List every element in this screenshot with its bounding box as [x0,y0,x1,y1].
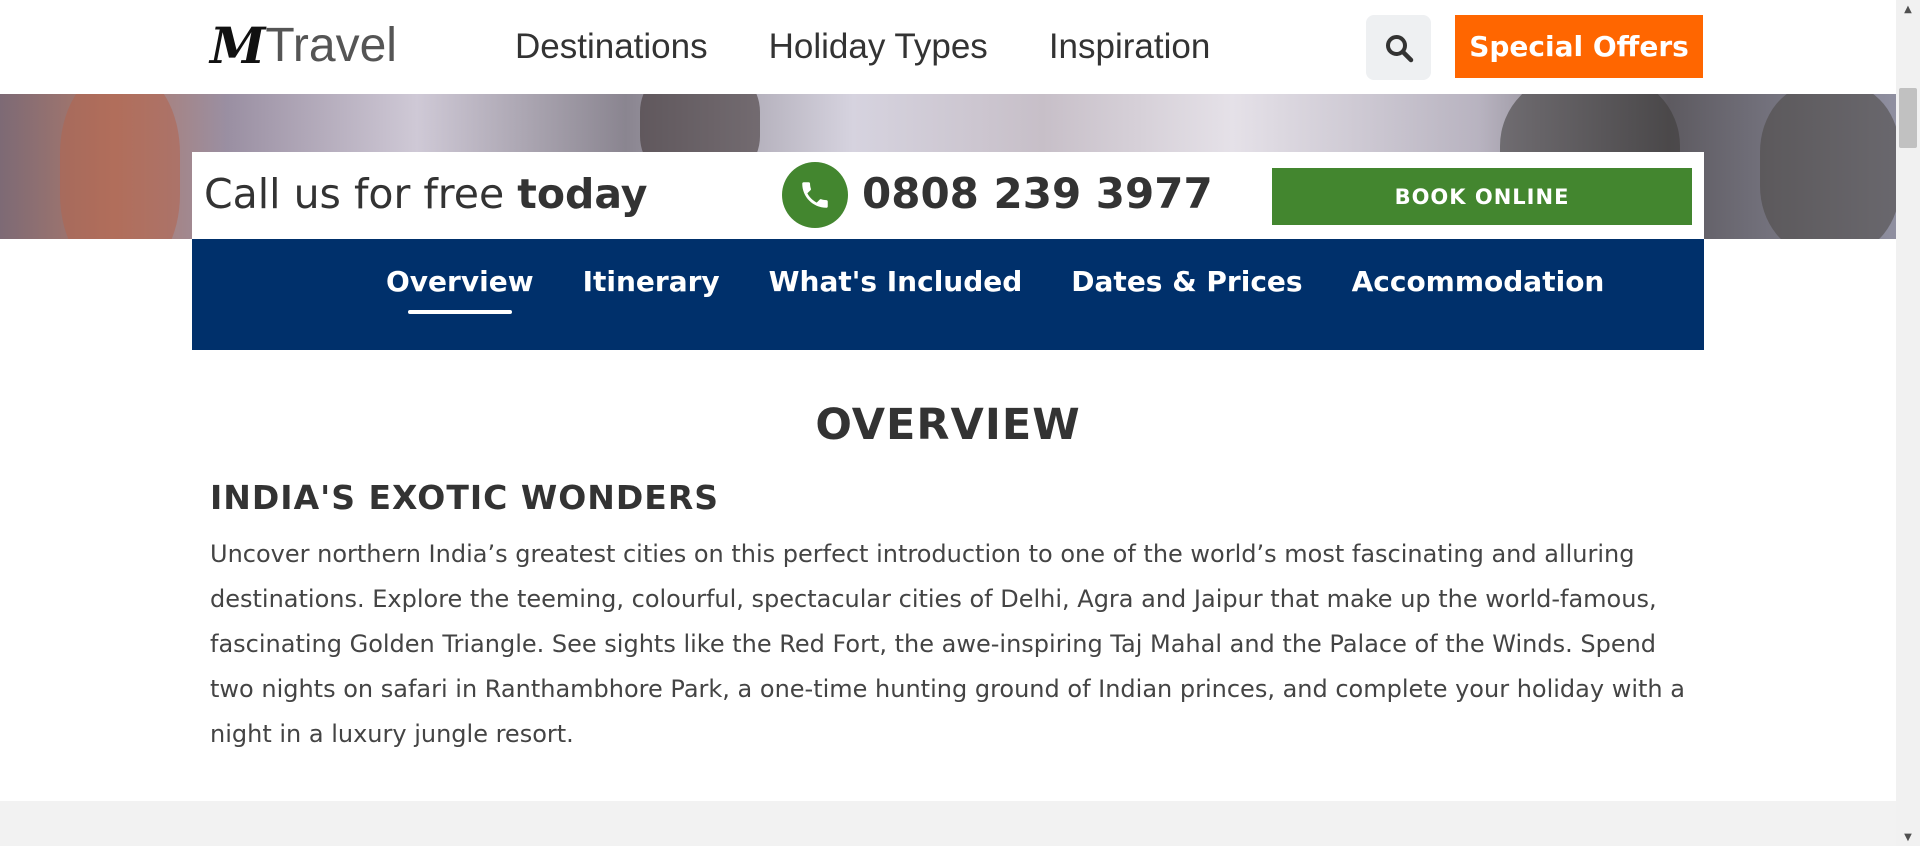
scroll-down-arrow-icon[interactable]: ▼ [1896,828,1920,846]
footer-strip [0,801,1896,846]
call-bar: Call us for free today 0808 239 3977 BOO… [192,152,1704,239]
special-offers-button[interactable]: Special Offers [1455,15,1703,78]
logo-text: Travel [265,19,397,72]
scroll-up-arrow-icon[interactable]: ▲ [1896,0,1920,18]
tab-itinerary[interactable]: Itinerary [583,265,720,314]
call-text-regular: Call us for free [204,170,518,218]
overview-paragraph: Uncover northern India’s greatest cities… [210,540,1685,748]
phone-glyph [802,182,828,208]
nav-destinations[interactable]: Destinations [515,27,708,67]
page: M Travel Destinations Holiday Types Insp… [0,0,1920,846]
phone-number[interactable]: 0808 239 3977 [862,169,1213,218]
main-nav: Destinations Holiday Types Inspiration [515,22,1210,72]
search-button[interactable] [1366,15,1431,80]
call-text-bold: today [517,170,648,218]
subnav-items: Overview Itinerary What's Included Dates… [386,265,1604,314]
hero-shape [60,94,180,239]
tab-dates-prices[interactable]: Dates & Prices [1071,265,1302,314]
hero-shape [1760,94,1896,239]
phone-icon[interactable] [782,162,848,228]
site-header: M Travel Destinations Holiday Types Insp… [0,0,1896,94]
nav-inspiration[interactable]: Inspiration [1049,27,1210,67]
nav-holiday-types[interactable]: Holiday Types [769,27,988,67]
book-online-button[interactable]: BOOK ONLINE [1272,168,1692,225]
subheading: INDIA'S EXOTIC WONDERS [210,478,720,517]
logo[interactable]: M Travel [210,18,397,74]
tab-whats-included[interactable]: What's Included [769,265,1023,314]
section-title: OVERVIEW [815,400,1081,450]
tour-subnav: Overview Itinerary What's Included Dates… [192,239,1704,350]
scroll-thumb[interactable] [1899,88,1917,148]
tab-overview[interactable]: Overview [386,265,534,314]
call-text: Call us for free today [204,170,647,218]
tab-accommodation[interactable]: Accommodation [1352,265,1605,314]
scrollbar[interactable]: ▲ ▼ [1896,0,1920,846]
search-icon [1385,34,1413,62]
logo-mark: M [210,16,265,75]
